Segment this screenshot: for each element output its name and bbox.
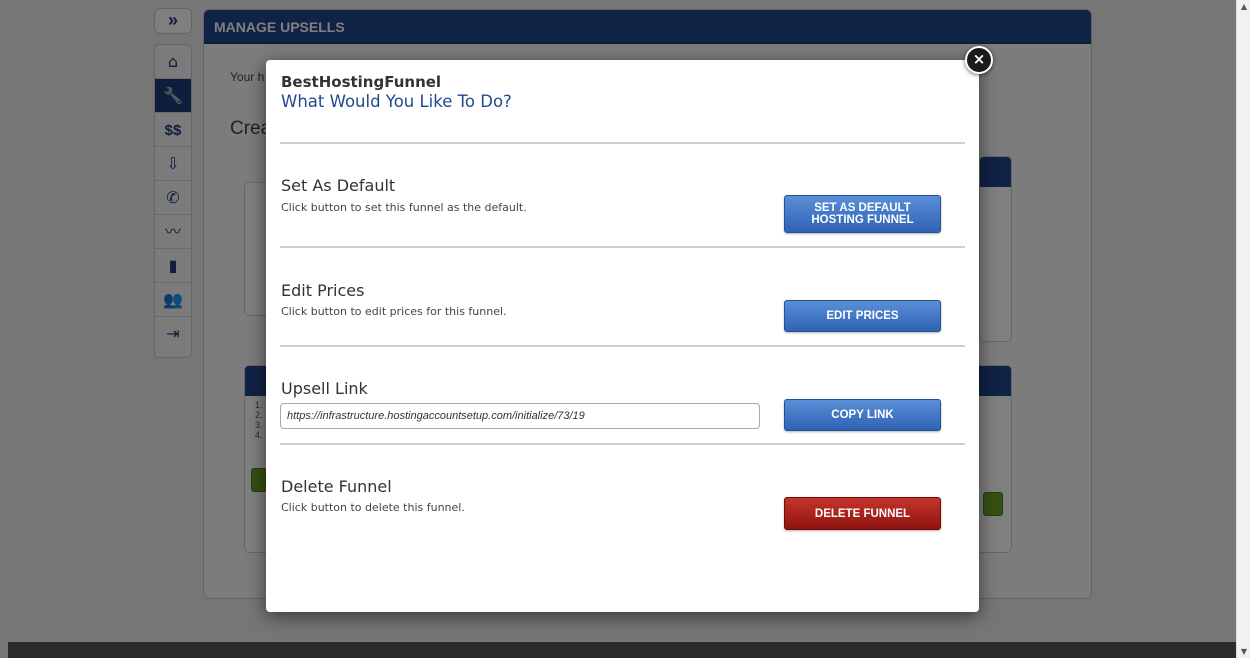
page-scrollbar[interactable]: ▲ ▼: [1236, 0, 1250, 658]
set-default-title: Set As Default: [281, 176, 396, 195]
set-default-button[interactable]: SET AS DEFAULT HOSTING FUNNEL: [784, 195, 941, 233]
funnel-actions-modal: BestHostingFunnel What Would You Like To…: [266, 60, 979, 612]
set-default-button-line1: SET AS DEFAULT: [814, 202, 911, 214]
edit-prices-button[interactable]: EDIT PRICES: [784, 300, 941, 332]
divider: [280, 443, 965, 445]
set-default-description: Click button to set this funnel as the d…: [281, 201, 527, 214]
delete-funnel-title: Delete Funnel: [281, 477, 392, 496]
divider: [280, 246, 965, 248]
upsell-link-input[interactable]: [280, 403, 760, 429]
divider: [280, 142, 965, 144]
upsell-link-title: Upsell Link: [281, 379, 368, 398]
divider: [280, 345, 965, 347]
delete-funnel-description: Click button to delete this funnel.: [281, 501, 465, 514]
scroll-up-arrow-icon[interactable]: ▲: [1241, 2, 1247, 11]
edit-prices-description: Click button to edit prices for this fun…: [281, 305, 507, 318]
delete-funnel-button[interactable]: DELETE FUNNEL: [784, 497, 941, 530]
close-modal-button[interactable]: ×: [965, 46, 993, 74]
copy-link-button[interactable]: COPY LINK: [784, 399, 941, 431]
scroll-down-arrow-icon[interactable]: ▼: [1241, 647, 1247, 656]
modal-title: What Would You Like To Do?: [281, 92, 512, 111]
set-default-button-line2: HOSTING FUNNEL: [811, 214, 914, 226]
funnel-name: BestHostingFunnel: [281, 73, 442, 91]
edit-prices-title: Edit Prices: [281, 281, 365, 300]
close-icon: ×: [972, 50, 986, 68]
